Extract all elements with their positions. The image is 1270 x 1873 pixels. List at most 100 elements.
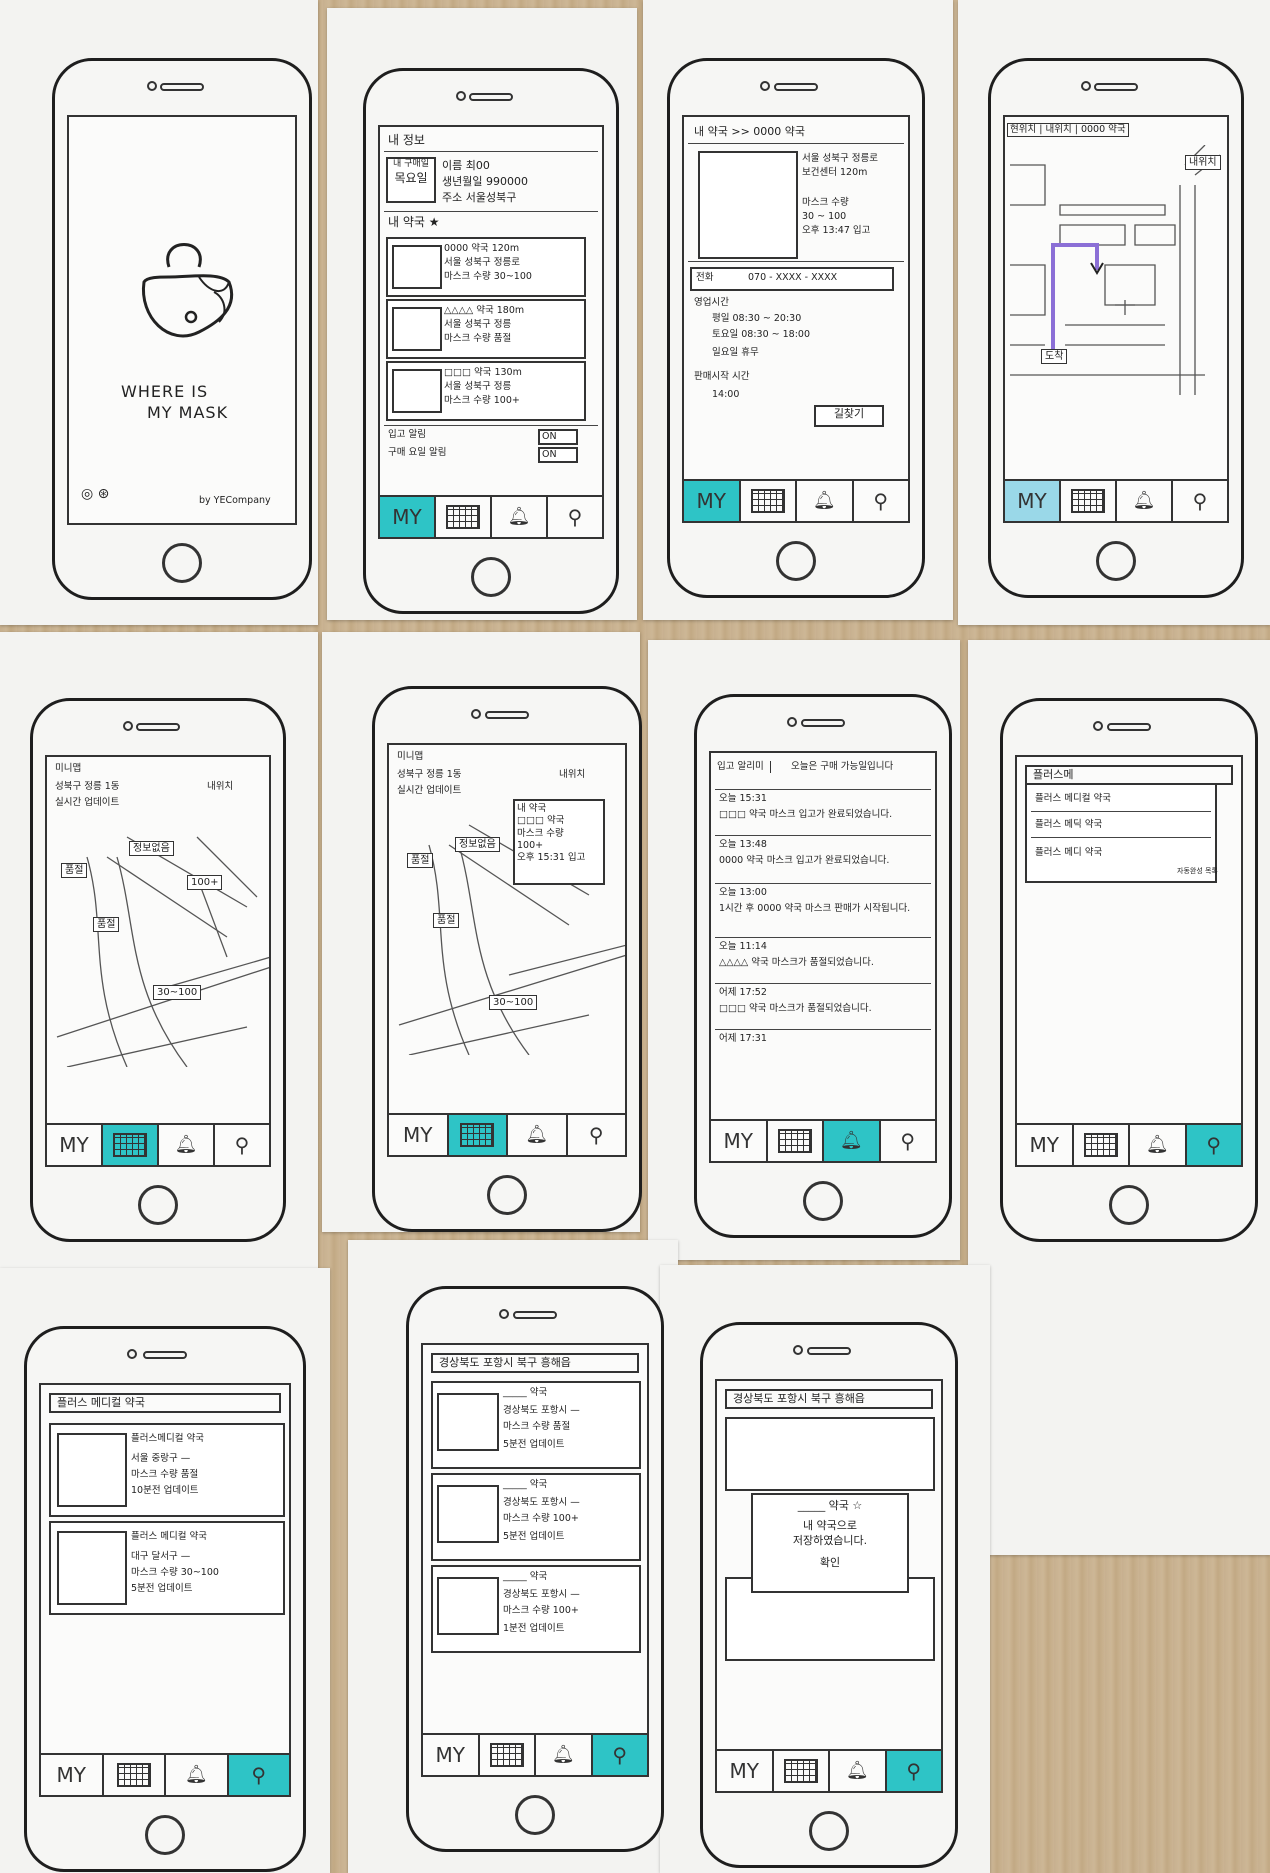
page-title: 입고 알리미: [717, 761, 771, 774]
tab-alert[interactable]: 🔔︎: [1117, 481, 1173, 521]
phone-my-info: 내 정보 내 구매일 목요일 이름 최00 생년월일 990000 주소 서울성북…: [363, 68, 619, 614]
tab-my[interactable]: MY: [711, 1121, 768, 1161]
tab-map[interactable]: [436, 497, 492, 537]
tab-my[interactable]: MY: [41, 1755, 104, 1795]
home-button[interactable]: [809, 1811, 849, 1851]
home-button[interactable]: [515, 1795, 555, 1835]
pharmacy-popup[interactable]: 내 약국 □□□ 약국 마스크 수량 100+ 오후 15:31 입고: [513, 799, 605, 885]
map-pin[interactable]: 품절: [407, 853, 434, 868]
search-input[interactable]: 플러스메: [1025, 765, 1233, 785]
suggestion-item[interactable]: 플러스 메디 약국: [1035, 847, 1102, 859]
result-card[interactable]: _____ 약국 경상북도 포항시 — 마스크 수량 100+ 1분전 업데이트: [431, 1565, 641, 1653]
tab-map[interactable]: [768, 1121, 824, 1161]
map-pin[interactable]: 100+: [187, 875, 223, 890]
pharmacy-card[interactable]: □□□ 약국 130m 서울 성북구 정릉 마스크 수량 100+: [386, 361, 586, 421]
tab-map[interactable]: [1061, 481, 1117, 521]
map-pin[interactable]: 품절: [93, 917, 120, 932]
map-pin[interactable]: 품절: [433, 913, 460, 928]
result-card[interactable]: 플러스메디컬 약국 서울 중랑구 — 마스크 수량 품절 10분전 업데이트: [49, 1423, 285, 1517]
tab-search[interactable]: ⚲: [215, 1125, 269, 1165]
result-card[interactable]: 플러스 메디컬 약국 대구 달서구 — 마스크 수량 30~100 5분전 업데…: [49, 1521, 285, 1615]
tab-search[interactable]: ⚲: [1173, 481, 1227, 521]
phone-number-box[interactable]: 전화 070 - XXXX - XXXX: [690, 267, 894, 291]
tab-my[interactable]: MY: [1005, 481, 1061, 521]
tab-search[interactable]: ⚲: [854, 481, 909, 521]
tab-my[interactable]: MY: [389, 1115, 449, 1155]
tab-my[interactable]: MY: [423, 1735, 480, 1775]
home-button[interactable]: [487, 1175, 527, 1215]
tab-search[interactable]: ⚲: [881, 1121, 936, 1161]
search-input[interactable]: 플러스 메디컬 약국: [49, 1393, 281, 1413]
suggestion-item[interactable]: 플러스 메디컬 약국: [1035, 793, 1111, 805]
tab-alert[interactable]: 🔔︎: [824, 1121, 881, 1161]
map-pin[interactable]: 30~100: [153, 985, 202, 1000]
dialog-ok-button[interactable]: 확인: [753, 1556, 907, 1570]
tab-alert[interactable]: 🔔︎: [797, 481, 854, 521]
tab-bar: MY 🔔︎ ⚲: [711, 1119, 935, 1161]
tab-map[interactable]: [741, 481, 797, 521]
tab-map[interactable]: [448, 1115, 508, 1155]
home-button[interactable]: [471, 557, 511, 597]
map-pin[interactable]: 정보없음: [129, 841, 174, 856]
result-card[interactable]: _____ 약국 경상북도 포항시 — 마스크 수량 품절 5분전 업데이트: [431, 1381, 641, 1469]
tab-search[interactable]: ⚲: [568, 1115, 626, 1155]
save-dialog: _____ 약국 ☆ 내 약국으로 저장하였습니다. 확인: [751, 1493, 909, 1593]
search-icon: ⚲: [1192, 489, 1208, 513]
map-pin[interactable]: 정보없음: [455, 837, 500, 852]
route-search-bar[interactable]: 현위치 | 내위치 | 0000 약국: [1007, 123, 1129, 138]
home-button[interactable]: [803, 1181, 843, 1221]
tab-search[interactable]: ⚲: [1186, 1125, 1241, 1165]
mask-logo-icon: [141, 243, 234, 338]
tab-map[interactable]: [480, 1735, 536, 1775]
map-pin[interactable]: 품절: [61, 863, 88, 878]
tab-alert[interactable]: 🔔︎: [1130, 1125, 1187, 1165]
pharmacy-card[interactable]: 0000 약국 120m 서울 성북구 정릉로 마스크 수량 30~100: [386, 237, 586, 297]
tab-alert[interactable]: 🔔︎: [492, 497, 548, 537]
tab-map[interactable]: [774, 1751, 830, 1791]
tab-my[interactable]: MY: [684, 481, 741, 521]
search-input[interactable]: 경상북도 포항시 북구 흥해읍: [431, 1353, 639, 1373]
location-field[interactable]: 성북구 정릉 1동: [397, 769, 462, 781]
my-location-button[interactable]: 내위치: [559, 769, 585, 781]
home-button[interactable]: [162, 543, 202, 583]
location-field[interactable]: 성북구 정릉 1동: [55, 781, 120, 793]
home-button[interactable]: [1096, 541, 1136, 581]
tab-alert[interactable]: 🔔︎: [508, 1115, 568, 1155]
notif-text: □□□ 약국 마스크 입고가 완료되었습니다.: [719, 809, 893, 820]
purchase-day-alarm-label: 구매 요일 알림: [388, 447, 447, 458]
search-input[interactable]: 경상북도 포항시 북구 흥해읍: [725, 1389, 933, 1409]
tab-search[interactable]: ⚲: [886, 1751, 941, 1791]
tab-my[interactable]: MY: [47, 1125, 103, 1165]
home-button[interactable]: [145, 1815, 185, 1855]
tab-map[interactable]: [104, 1755, 166, 1795]
tab-search[interactable]: ⚲: [548, 497, 602, 537]
tab-alert[interactable]: 🔔︎: [536, 1735, 593, 1775]
tab-search[interactable]: ⚲: [592, 1735, 647, 1775]
speaker: [160, 83, 204, 91]
tab-map[interactable]: [1074, 1125, 1130, 1165]
home-button[interactable]: [138, 1185, 178, 1225]
notif-text: □□□ 약국 마스크가 품절되었습니다.: [719, 1003, 872, 1014]
restock-alarm-toggle[interactable]: ON: [538, 429, 578, 445]
tab-alert[interactable]: 🔔︎: [159, 1125, 215, 1165]
search-icon: ⚲: [900, 1129, 916, 1153]
find-route-button[interactable]: 길찾기: [814, 405, 884, 427]
tab-my[interactable]: MY: [380, 497, 436, 537]
tab-map[interactable]: [103, 1125, 159, 1165]
home-button[interactable]: [776, 541, 816, 581]
pharmacy-card[interactable]: △△△△ 약국 180m 서울 성북구 정릉 마스크 수량 품절: [386, 299, 586, 359]
map-pin[interactable]: 30~100: [489, 995, 538, 1010]
suggestion-item[interactable]: 플러스 메딕 약국: [1035, 819, 1102, 831]
result-card[interactable]: _____ 약국 경상북도 포항시 — 마스크 수량 100+ 5분전 업데이트: [431, 1473, 641, 1561]
notif-time: 오늘 15:31: [719, 793, 767, 804]
my-location-button[interactable]: 내위치: [207, 781, 233, 793]
tab-my[interactable]: MY: [717, 1751, 774, 1791]
notif-time: 오늘 11:14: [719, 941, 767, 952]
tab-my[interactable]: MY: [1017, 1125, 1074, 1165]
tab-search[interactable]: ⚲: [228, 1755, 289, 1795]
home-button[interactable]: [1109, 1185, 1149, 1225]
page-title: 미니맵: [55, 763, 82, 774]
purchase-day-alarm-toggle[interactable]: ON: [538, 447, 578, 463]
tab-alert[interactable]: 🔔︎: [830, 1751, 887, 1791]
tab-alert[interactable]: 🔔︎: [166, 1755, 229, 1795]
